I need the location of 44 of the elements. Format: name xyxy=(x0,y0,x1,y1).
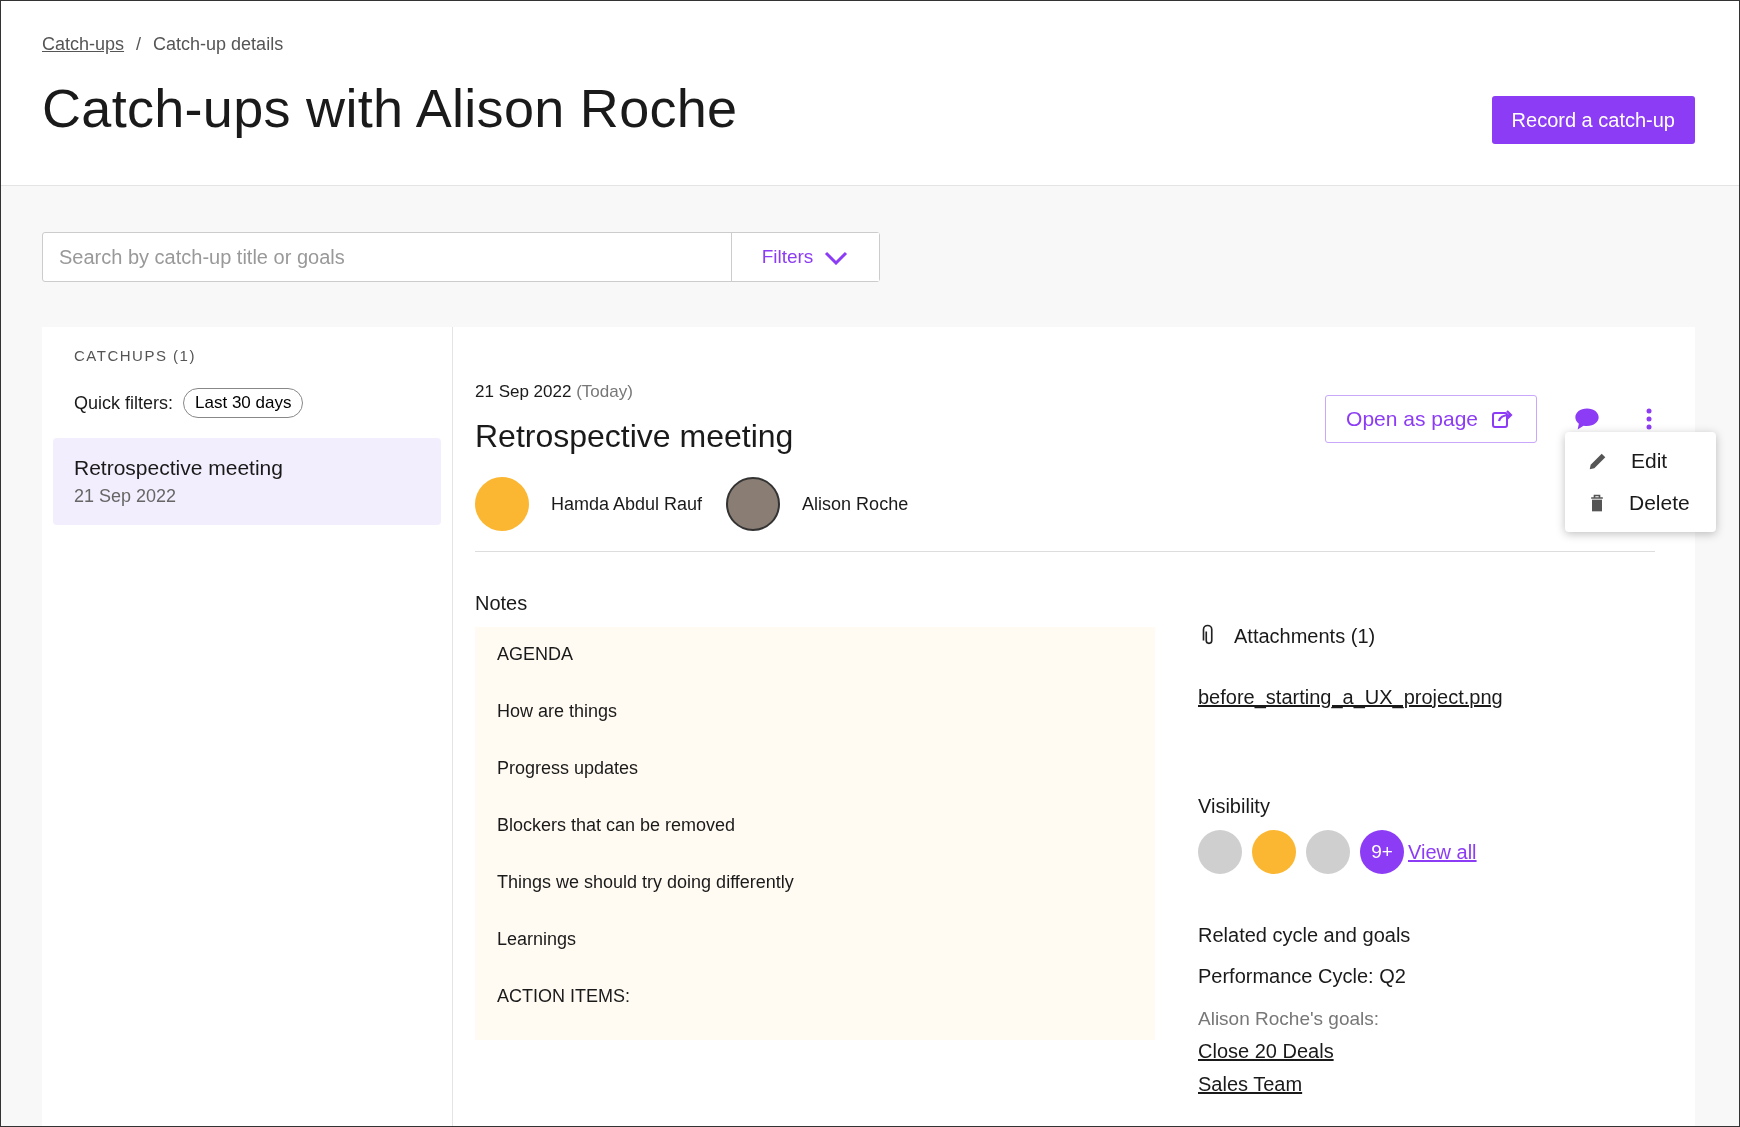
section-heading: Related cycle and goals xyxy=(1198,924,1412,947)
more-count-badge: 9+ xyxy=(1360,830,1404,874)
goal-link[interactable]: Sales Team xyxy=(1198,1073,1503,1096)
avatar xyxy=(1198,830,1242,874)
avatar xyxy=(1306,830,1350,874)
section-heading: Attachments (1) xyxy=(1234,624,1376,648)
cycle-name: Performance Cycle: Q2 xyxy=(1198,965,1407,988)
note-line: ACTION ITEMS: xyxy=(497,985,631,1008)
avatar xyxy=(475,477,529,531)
note-line: AGENDA xyxy=(497,643,575,666)
view-all-link[interactable]: View all xyxy=(1408,840,1477,864)
filters-button[interactable]: Filters xyxy=(731,233,879,281)
menu-item[interactable]: Edit xyxy=(1565,440,1716,482)
attachment-link[interactable]: before_starting_a_UX_project.png xyxy=(1198,686,1503,709)
catchup-date: 21 Sep 2022 (Today) xyxy=(475,382,634,402)
section-heading: Notes xyxy=(475,592,529,615)
note-line: Learnings xyxy=(497,928,578,951)
page-title: Catch-ups with Alison Roche xyxy=(42,77,738,139)
breadcrumb-current: Catch-up details xyxy=(153,34,284,55)
participant-name: Hamda Abdul Rauf xyxy=(551,493,703,515)
note-line: How are things xyxy=(497,700,619,723)
breadcrumb-link[interactable]: Catch-ups xyxy=(42,34,125,55)
participant-name: Alison Roche xyxy=(802,493,909,515)
goals-label: Alison Roche's goals: xyxy=(1198,1008,1381,1030)
record-button[interactable]: Record a catch-up xyxy=(1491,96,1695,144)
section-heading: CATCHUPS (1) xyxy=(74,347,197,364)
catchup-title: Retrospective meeting xyxy=(475,418,794,455)
section-heading: Visibility xyxy=(1198,795,1271,818)
note-line: Progress updates xyxy=(497,757,640,780)
open-as-page-button[interactable]: Open as page xyxy=(1325,394,1537,443)
item-title: Retrospective meeting xyxy=(74,456,284,480)
filter-chip[interactable]: Last 30 days xyxy=(183,388,304,418)
chevron-down-icon xyxy=(823,249,850,265)
note-line: Things we should try doing differently xyxy=(497,871,795,894)
catchup-list-item[interactable]: Retrospective meeting 21 Sep 2022 xyxy=(53,438,441,525)
quick-filters-label: Quick filters: xyxy=(74,392,174,414)
avatar xyxy=(726,477,781,531)
avatar xyxy=(1252,830,1296,874)
breadcrumb-separator: / xyxy=(136,34,142,55)
search-field[interactable]: Search by catch-up title or goals Filters xyxy=(42,232,880,282)
note-line: Blockers that can be removed xyxy=(497,814,737,837)
item-date: 21 Sep 2022 xyxy=(74,486,178,507)
goal-link[interactable]: Close 20 Deals xyxy=(1198,1040,1503,1063)
menu-item[interactable]: Delete xyxy=(1565,482,1716,524)
